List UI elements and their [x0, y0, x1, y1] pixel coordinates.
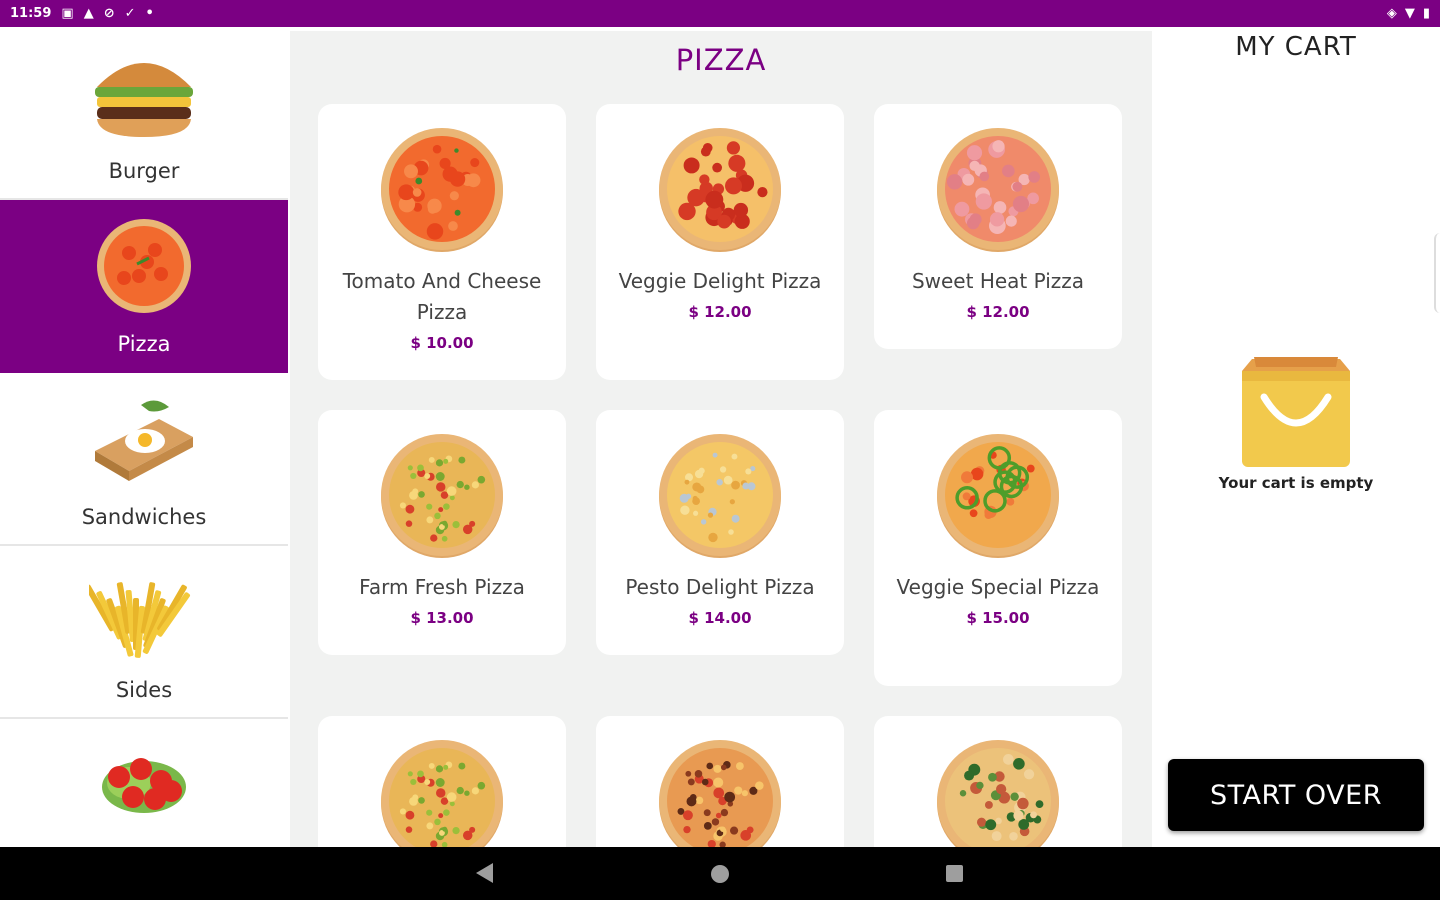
menu-title: PIZZA: [675, 43, 767, 77]
menu-item-price: $ 14.00: [688, 609, 752, 627]
battery-icon: ▮: [1422, 6, 1430, 21]
menu-item-card[interactable]: Pesto Delight Pizza $ 14.00: [596, 410, 844, 655]
calendar-icon: ▣: [61, 6, 74, 21]
warning-icon: ▲: [83, 6, 94, 21]
menu-item-price: $ 13.00: [410, 609, 474, 627]
pizza-image: [381, 128, 503, 252]
menu-item-card[interactable]: Farm Fresh Pizza $ 13.00: [318, 410, 566, 655]
pizza-image: [659, 128, 781, 252]
pizza-image: [381, 434, 503, 558]
pizza-image: [937, 740, 1059, 847]
burger-icon: [95, 63, 193, 137]
pizza-image: [937, 128, 1059, 252]
recent-apps-icon[interactable]: [946, 865, 963, 882]
sidebar-item-label: Sides: [115, 678, 173, 702]
menu-item-name: Sweet Heat Pizza: [911, 269, 1085, 293]
sidebar-item-label: Burger: [108, 159, 180, 183]
menu-item-card[interactable]: Tomato And Cheese Pizza $ 10.00: [318, 104, 566, 380]
cart-panel: MY CART Your cart is empty START OVER: [1152, 27, 1440, 847]
cart-empty-message: Your cart is empty: [1218, 474, 1374, 492]
sandwich-icon: [95, 400, 193, 481]
sidebar-item-salads[interactable]: [0, 719, 288, 847]
pizza-image: [937, 434, 1059, 558]
sidebar-item-sandwiches[interactable]: Sandwiches: [0, 373, 288, 546]
sidebar-item-label: Sandwiches: [81, 505, 207, 529]
menu-item-card[interactable]: Veggie Special Pizza $ 15.00: [874, 410, 1122, 686]
salad-icon: [102, 758, 186, 813]
menu-item-name: Tomato And Cheese Pizza: [342, 269, 542, 324]
category-sidebar: Burger Pizza Sandwiches Sides: [0, 27, 288, 847]
system-nav-bar: [0, 847, 1440, 900]
shopping-bag-icon: [1242, 357, 1350, 467]
menu-item-price: $ 12.00: [966, 303, 1030, 321]
panel-edge-handle[interactable]: [1434, 233, 1440, 313]
status-bar: 11:59 ▣ ▲ ⊘ ✓ • ◈ ▼ ▮: [0, 0, 1440, 27]
menu-item-card[interactable]: Sweet Heat Pizza $ 12.00: [874, 104, 1122, 349]
sidebar-item-label: Pizza: [117, 332, 171, 356]
pizza-image: [659, 740, 781, 847]
menu-item-name: Farm Fresh Pizza: [359, 575, 525, 599]
sidebar-item-sides[interactable]: Sides: [0, 546, 288, 719]
menu-item-card[interactable]: [874, 716, 1122, 847]
menu-item-price: $ 12.00: [688, 303, 752, 321]
menu-item-card[interactable]: [318, 716, 566, 847]
start-over-button[interactable]: START OVER: [1168, 759, 1424, 831]
fries-icon: [89, 582, 190, 658]
back-icon[interactable]: [476, 863, 493, 883]
wifi-icon: ▼: [1404, 6, 1415, 21]
sidebar-item-burger[interactable]: Burger: [0, 27, 288, 200]
menu-item-name: Veggie Delight Pizza: [618, 269, 822, 293]
status-time: 11:59: [10, 6, 52, 21]
dot-icon: •: [145, 6, 154, 21]
no-disturb-icon: ⊘: [103, 6, 115, 21]
menu-item-card[interactable]: Veggie Delight Pizza $ 12.00: [596, 104, 844, 380]
sidebar-item-pizza[interactable]: Pizza: [0, 200, 288, 373]
home-icon[interactable]: [711, 865, 729, 883]
menu-item-card[interactable]: [596, 716, 844, 847]
menu-item-price: $ 15.00: [966, 609, 1030, 627]
data-saver-icon: ◈: [1386, 6, 1397, 21]
pizza-image: [381, 740, 503, 847]
pizza-image: [659, 434, 781, 558]
menu-item-name: Pesto Delight Pizza: [625, 575, 815, 599]
menu-item-price: $ 10.00: [410, 334, 474, 352]
pizza-icon: [97, 219, 191, 313]
cart-title: MY CART: [1235, 32, 1357, 62]
menu-item-name: Veggie Special Pizza: [896, 575, 1100, 599]
menu-panel: PIZZA Tomato And Cheese Pizza $ 10.00 Vegg…: [290, 31, 1152, 847]
check-icon: ✓: [124, 6, 136, 21]
